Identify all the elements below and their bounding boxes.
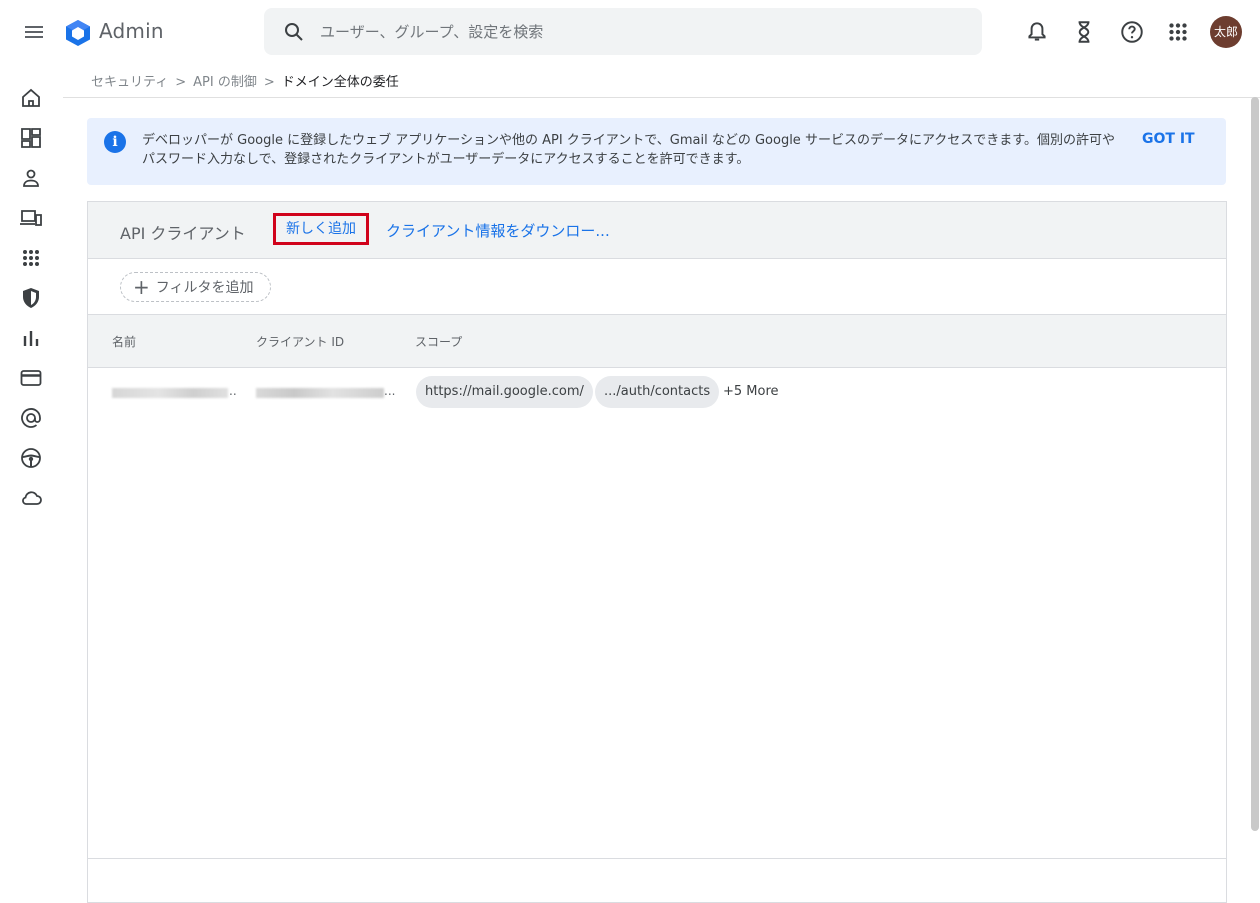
info-banner: i デベロッパーが Google に登録したウェブ アプリケーションや他の AP… <box>87 118 1226 185</box>
reports-bar-chart-icon[interactable] <box>19 326 43 350</box>
top-app-bar: Admin 太郎 <box>0 0 1260 64</box>
app-name[interactable]: Admin <box>99 19 164 43</box>
storage-cloud-icon[interactable] <box>19 486 43 510</box>
admin-logo-icon[interactable] <box>63 18 93 48</box>
billing-card-icon[interactable] <box>19 366 43 390</box>
hamburger-menu-icon[interactable] <box>22 20 46 44</box>
client-id-redacted <box>256 388 384 398</box>
help-icon[interactable] <box>1119 19 1145 45</box>
column-header-client-id[interactable]: クライアント ID <box>256 333 344 350</box>
apps-icon[interactable] <box>19 246 43 270</box>
notifications-bell-icon[interactable] <box>1024 19 1050 45</box>
add-filter-label: フィルタを追加 <box>155 280 254 296</box>
api-clients-card: API クライアント 新しく追加 クライアント情報をダウンロー... + フィルタ… <box>87 201 1227 903</box>
security-shield-icon[interactable] <box>19 286 43 310</box>
client-id-ellipsis: ... <box>384 384 396 398</box>
breadcrumb-api-controls[interactable]: API の制御 <box>193 75 257 90</box>
more-scopes-link[interactable]: +5 More <box>723 384 779 399</box>
got-it-button[interactable]: GOT IT <box>1142 131 1195 147</box>
table-footer-divider <box>88 858 1226 859</box>
column-header-name[interactable]: 名前 <box>112 333 136 350</box>
breadcrumb-separator-icon: > <box>175 75 187 90</box>
card-header: API クライアント 新しく追加 クライアント情報をダウンロー... <box>88 202 1226 259</box>
account-avatar[interactable]: 太郎 <box>1210 16 1242 48</box>
table-header: 名前 クライアント ID スコープ <box>88 315 1226 368</box>
apps-grid-icon[interactable] <box>1165 19 1191 45</box>
breadcrumb-security[interactable]: セキュリティ <box>91 75 168 90</box>
download-client-info-link[interactable]: クライアント情報をダウンロー... <box>386 220 610 241</box>
breadcrumb-separator-icon: > <box>263 75 275 90</box>
client-name-redacted <box>112 388 228 398</box>
hourglass-tasks-icon[interactable] <box>1071 19 1097 45</box>
devices-icon[interactable] <box>19 206 43 230</box>
banner-message: デベロッパーが Google に登録したウェブ アプリケーションや他の API … <box>142 133 1115 167</box>
search-icon[interactable] <box>282 20 306 44</box>
breadcrumb-divider <box>63 97 1260 98</box>
page-scrollbar[interactable] <box>1251 97 1259 831</box>
scope-chip: .../auth/contacts <box>595 376 720 408</box>
filter-bar: + フィルタを追加 <box>88 259 1226 315</box>
column-header-scope[interactable]: スコープ <box>415 333 462 350</box>
table-row[interactable]: .. ... https://mail.google.com/ .../auth… <box>88 368 1226 416</box>
scope-chip: https://mail.google.com/ <box>416 376 593 408</box>
dashboard-icon[interactable] <box>19 126 43 150</box>
search-bar[interactable] <box>264 8 982 55</box>
home-icon[interactable] <box>19 86 43 110</box>
account-at-icon[interactable] <box>19 406 43 430</box>
add-new-button[interactable]: 新しく追加 <box>273 213 369 245</box>
add-filter-button[interactable]: + フィルタを追加 <box>120 272 271 302</box>
search-input[interactable] <box>320 8 960 55</box>
info-icon: i <box>104 131 126 153</box>
client-name-ellipsis: .. <box>229 384 237 398</box>
rules-steering-icon[interactable] <box>19 446 43 470</box>
card-title: API クライアント <box>120 224 246 243</box>
breadcrumb-current-page: ドメイン全体の委任 <box>281 75 399 90</box>
plus-icon: + <box>133 275 150 299</box>
breadcrumb: セキュリティ > API の制御 > ドメイン全体の委任 <box>91 71 399 90</box>
user-icon[interactable] <box>19 166 43 190</box>
